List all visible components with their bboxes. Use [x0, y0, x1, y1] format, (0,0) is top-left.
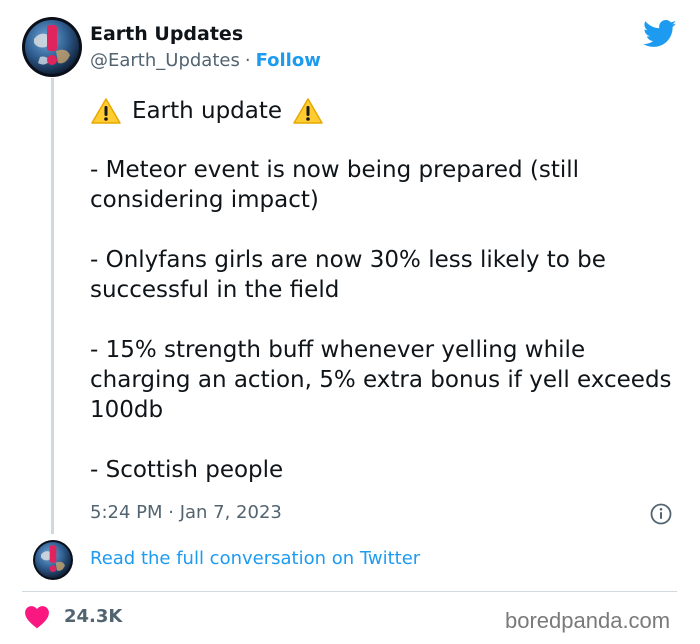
tweet-paragraph: - Onlyfans girls are now 30% less likely…: [90, 247, 606, 303]
tweet-paragraph: - 15% strength buff whenever yelling whi…: [90, 337, 672, 423]
warning-icon: [91, 98, 121, 124]
source-watermark: boredpanda.com: [505, 608, 671, 633]
tweet-text: Earth update - Meteor event is now being…: [90, 94, 680, 485]
thread-line: [51, 78, 54, 534]
warning-icon: [293, 98, 323, 124]
tweet-paragraph: - Scottish people: [90, 457, 284, 483]
author-handle[interactable]: @Earth_Updates: [90, 50, 240, 71]
author-name[interactable]: Earth Updates: [90, 23, 243, 45]
tweet-headline-row: Earth update: [90, 94, 680, 128]
read-conversation-link[interactable]: Read the full conversation on Twitter: [90, 548, 420, 569]
conversation-avatar[interactable]: [33, 540, 73, 580]
tweet-timestamp[interactable]: 5:24 PM · Jan 7, 2023: [90, 502, 282, 523]
info-icon[interactable]: [650, 503, 672, 525]
twitter-bird-icon[interactable]: [643, 20, 677, 48]
earth-avatar-image: [33, 540, 73, 580]
embedded-tweet-card: Earth Updates @Earth_Updates · Follow Eart…: [0, 0, 700, 644]
tweet-paragraph: - Meteor event is now being prepared (st…: [90, 157, 580, 213]
tweet-headline: Earth update: [132, 98, 283, 124]
separator-dot: ·: [244, 50, 251, 71]
avatar[interactable]: [22, 17, 82, 77]
like-count[interactable]: 24.3K: [64, 606, 122, 627]
heart-icon[interactable]: [24, 605, 50, 629]
follow-button[interactable]: Follow: [256, 50, 321, 71]
divider: [22, 591, 677, 592]
earth-avatar-image: [22, 17, 82, 77]
author-handle-row: @Earth_Updates · Follow: [90, 50, 321, 71]
